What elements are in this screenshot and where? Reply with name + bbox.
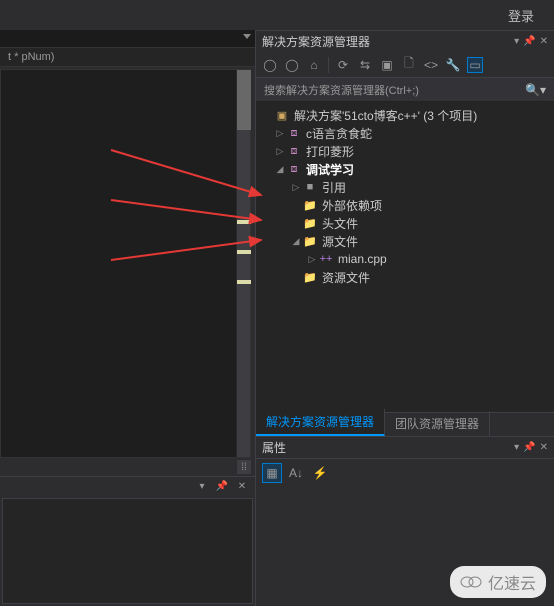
dropdown-icon[interactable]: ▾ [195, 480, 209, 494]
solution-explorer-header: 解决方案资源管理器 ▾ 📌 ✕ [256, 30, 554, 52]
pin-icon[interactable]: 📌 [523, 36, 535, 47]
wrench-icon[interactable]: 🔧 [445, 57, 461, 73]
project-icon: ⧈ [286, 162, 302, 176]
collapse-icon[interactable]: ▣ [379, 57, 395, 73]
dropdown-icon[interactable]: ▾ [514, 442, 519, 453]
home-icon[interactable]: ⌂ [306, 57, 322, 73]
expand-arrow-icon[interactable]: ▷ [274, 128, 286, 139]
folder-icon: 📁 [302, 270, 318, 284]
scroll-marker [237, 280, 251, 284]
project-node-debug[interactable]: ◢⧈ 调试学习 [256, 160, 554, 178]
scroll-marker [237, 220, 251, 224]
source-folder-node[interactable]: ◢📁 源文件 [256, 232, 554, 250]
lower-panel: ▾ 📌 ✕ [0, 476, 255, 606]
refresh-icon[interactable]: ⟳ [335, 57, 351, 73]
project-icon: ⧈ [286, 126, 302, 140]
lower-panel-controls: ▾ 📌 ✕ [0, 476, 255, 496]
preview-icon[interactable]: ▭ [467, 57, 483, 73]
ref-icon: ■ [302, 180, 318, 194]
forward-icon[interactable]: ◯ [284, 57, 300, 73]
folder-icon: 📁 [302, 216, 318, 230]
tree-node-label: 资源文件 [322, 269, 370, 286]
code-editor[interactable] [0, 69, 251, 458]
solution-explorer-toolbar: ◯ ◯ ⌂ ⟳ ⇆ ▣ 🗋 <> 🔧 ▭ [256, 52, 554, 78]
project-node-snake[interactable]: ▷⧈ c语言贪食蛇 [256, 124, 554, 142]
scrollbar-thumb[interactable] [237, 70, 251, 130]
close-icon[interactable]: ✕ [540, 442, 548, 453]
pin-icon[interactable]: 📌 [215, 480, 229, 494]
search-icon[interactable]: 🔍▾ [525, 83, 546, 97]
title-bar: 登录 [0, 0, 554, 30]
solution-tree[interactable]: ▣解决方案'51cto博客c++' (3 个项目)▷⧈c语言贪食蛇▷⧈打印菱形◢… [256, 102, 554, 412]
header-folder-node[interactable]: 📁 头文件 [256, 214, 554, 232]
expand-arrow-icon[interactable]: ◢ [274, 164, 286, 175]
tree-node-label: 引用 [322, 179, 346, 196]
solution-icon: ▣ [274, 108, 290, 122]
categorized-icon[interactable]: ▦ [262, 463, 282, 483]
tree-node-label: 调试学习 [306, 161, 354, 178]
resize-grip-icon[interactable]: ⁞⁞ [237, 460, 251, 474]
watermark-logo-icon [460, 575, 482, 589]
expand-arrow-icon[interactable]: ◢ [290, 236, 302, 247]
toolbar-separator [328, 57, 329, 73]
scroll-marker [237, 250, 251, 254]
editor-tab-strip[interactable] [0, 30, 255, 48]
close-icon[interactable]: ✕ [235, 480, 249, 494]
tree-node-label: mian.cpp [338, 252, 387, 266]
watermark: 亿速云 [450, 566, 546, 598]
search-box[interactable]: 搜索解决方案资源管理器(Ctrl+;) 🔍▾ [256, 78, 554, 102]
tree-node-label: 源文件 [322, 233, 358, 250]
editor-column: t * pNum) ⁞⁞ ▾ 📌 ✕ [0, 30, 255, 606]
project-icon: ⧈ [286, 144, 302, 158]
resource-folder-node[interactable]: 📁 资源文件 [256, 268, 554, 286]
close-icon[interactable]: ✕ [540, 36, 548, 47]
solution-node[interactable]: ▣ 解决方案'51cto博客c++' (3 个项目) [256, 106, 554, 124]
expand-arrow-icon[interactable]: ▷ [274, 146, 286, 157]
references-node[interactable]: ▷■ 引用 [256, 178, 554, 196]
tab-solution-explorer[interactable]: 解决方案资源管理器 [256, 409, 385, 436]
sync-icon[interactable]: ⇆ [357, 57, 373, 73]
cpp-icon: ++ [318, 252, 334, 266]
alphabetical-icon[interactable]: A↓ [286, 463, 306, 483]
annotation-arrows [101, 140, 281, 270]
properties-header: 属性 ▾ 📌 ✕ [256, 436, 554, 458]
login-link[interactable]: 登录 [508, 6, 534, 25]
lower-panel-body[interactable] [2, 498, 253, 604]
project-node-diamond[interactable]: ▷⧈ 打印菱形 [256, 142, 554, 160]
tree-node-label: 解决方案'51cto博客c++' (3 个项目) [294, 107, 477, 124]
properties-title: 属性 [262, 439, 510, 456]
tree-node-label: c语言贪食蛇 [306, 125, 372, 142]
pin-icon[interactable]: 📌 [523, 442, 535, 453]
editor-scrollbar[interactable] [236, 70, 250, 457]
panel-title: 解决方案资源管理器 [262, 33, 510, 50]
expand-arrow-icon[interactable]: ▷ [290, 182, 302, 193]
explorer-tab-strip: 解决方案资源管理器 团队资源管理器 [256, 412, 554, 436]
watermark-text: 亿速云 [488, 570, 536, 594]
back-icon[interactable]: ◯ [262, 57, 278, 73]
tree-node-label: 外部依赖项 [322, 197, 382, 214]
external-deps-node[interactable]: 📁 外部依赖项 [256, 196, 554, 214]
file-node-mian-cpp[interactable]: ▷++ mian.cpp [256, 250, 554, 268]
events-icon[interactable]: ⚡ [310, 463, 330, 483]
editor-function-label: t * pNum) [0, 48, 255, 67]
tab-team-explorer[interactable]: 团队资源管理器 [385, 411, 490, 436]
folder-icon: 📁 [302, 198, 318, 212]
tree-node-label: 打印菱形 [306, 143, 354, 160]
properties-icon[interactable]: <> [423, 57, 439, 73]
tree-node-label: 头文件 [322, 215, 358, 232]
solution-explorer-panel: 解决方案资源管理器 ▾ 📌 ✕ ◯ ◯ ⌂ ⟳ ⇆ ▣ 🗋 <> 🔧 ▭ 搜索解… [255, 30, 554, 606]
dropdown-icon[interactable]: ▾ [514, 36, 519, 47]
expand-arrow-icon[interactable]: ▷ [306, 254, 318, 265]
search-placeholder: 搜索解决方案资源管理器(Ctrl+;) [264, 82, 525, 98]
show-all-icon[interactable]: 🗋 [401, 57, 417, 73]
folder-icon: 📁 [302, 234, 318, 248]
properties-toolbar: ▦ A↓ ⚡ [256, 458, 554, 486]
